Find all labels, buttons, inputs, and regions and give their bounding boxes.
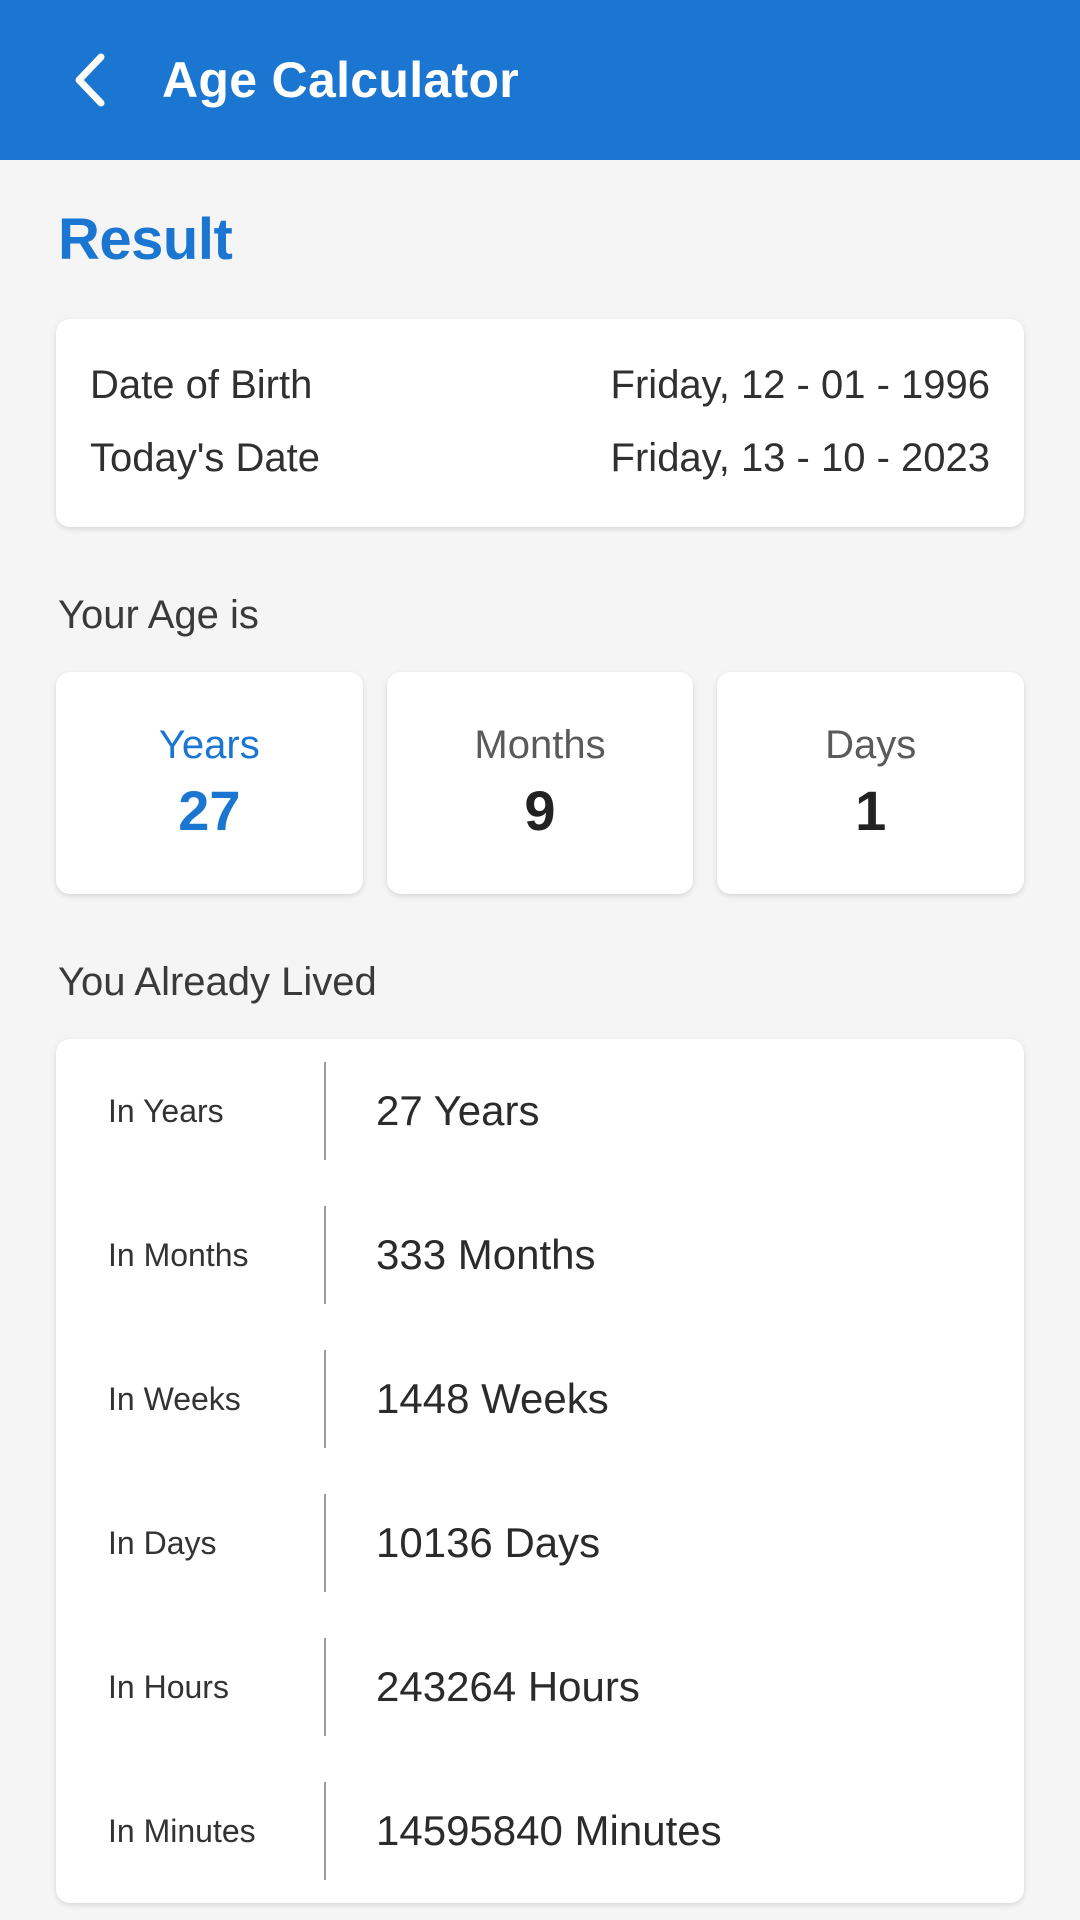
already-lived-card: In Years 27 Years In Months 333 Months I… bbox=[56, 1039, 1024, 1903]
list-item: In Years 27 Years bbox=[56, 1039, 1024, 1183]
age-card-years-value: 27 bbox=[178, 779, 241, 842]
lived-label-months: In Months bbox=[108, 1236, 249, 1273]
lived-value-hours: 243264 Hours bbox=[376, 1663, 640, 1710]
lived-value-months: 333 Months bbox=[376, 1231, 596, 1278]
date-of-birth-label: Date of Birth bbox=[90, 363, 313, 407]
content-area: Result Date of Birth Friday, 12 - 01 - 1… bbox=[0, 206, 1080, 1903]
date-row-dob: Date of Birth Friday, 12 - 01 - 1996 bbox=[90, 349, 990, 422]
app-bar-title: Age Calculator bbox=[162, 52, 520, 108]
date-row-today: Today's Date Friday, 13 - 10 - 2023 bbox=[90, 422, 990, 495]
list-item: In Days 10136 Days bbox=[56, 1471, 1024, 1615]
app-bar: Age Calculator bbox=[0, 0, 1080, 160]
lived-value-minutes: 14595840 Minutes bbox=[376, 1807, 722, 1854]
back-button[interactable] bbox=[58, 49, 120, 111]
age-calculator-result-screen: Age Calculator Result Date of Birth Frid… bbox=[0, 0, 1080, 1920]
list-item: In Months 333 Months bbox=[56, 1183, 1024, 1327]
age-card-months-label: Months bbox=[474, 723, 606, 767]
lived-label-years: In Years bbox=[108, 1092, 224, 1129]
list-item: In Weeks 1448 Weeks bbox=[56, 1327, 1024, 1471]
lived-label-hours: In Hours bbox=[108, 1668, 229, 1705]
lived-value-weeks: 1448 Weeks bbox=[376, 1375, 609, 1422]
age-cards-row: Years 27 Months 9 Days 1 bbox=[56, 672, 1025, 894]
page-title: Result bbox=[58, 207, 233, 272]
age-card-months: Months 9 bbox=[386, 672, 694, 894]
age-card-days-value: 1 bbox=[855, 779, 887, 842]
date-of-birth-value: Friday, 12 - 01 - 1996 bbox=[610, 363, 990, 407]
dates-card: Date of Birth Friday, 12 - 01 - 1996 Tod… bbox=[56, 319, 1024, 527]
chevron-left-icon bbox=[67, 51, 111, 109]
age-card-years-label: Years bbox=[158, 723, 260, 767]
todays-date-label: Today's Date bbox=[90, 436, 320, 480]
lived-label-weeks: In Weeks bbox=[108, 1380, 241, 1417]
list-item: In Hours 243264 Hours bbox=[56, 1615, 1024, 1759]
todays-date-value: Friday, 13 - 10 - 2023 bbox=[610, 436, 990, 480]
your-age-section-label: Your Age is bbox=[58, 593, 259, 637]
age-card-months-value: 9 bbox=[524, 779, 556, 842]
lived-value-years: 27 Years bbox=[376, 1087, 540, 1134]
lived-label-minutes: In Minutes bbox=[108, 1812, 256, 1849]
age-card-days-label: Days bbox=[825, 723, 917, 767]
already-lived-section-label: You Already Lived bbox=[58, 960, 377, 1004]
lived-label-days: In Days bbox=[108, 1524, 217, 1561]
age-card-years: Years 27 bbox=[56, 672, 363, 894]
list-item: In Minutes 14595840 Minutes bbox=[56, 1759, 1024, 1903]
lived-value-days: 10136 Days bbox=[376, 1519, 601, 1566]
age-card-days: Days 1 bbox=[717, 672, 1025, 894]
